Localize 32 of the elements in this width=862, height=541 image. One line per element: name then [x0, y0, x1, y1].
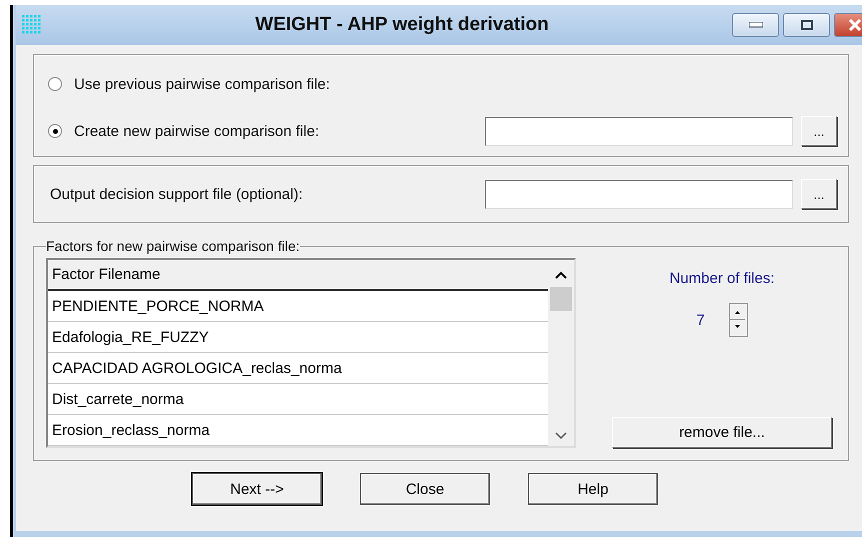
group-legend: Factors for new pairwise comparison file: [46, 238, 300, 254]
radio-button[interactable] [48, 77, 62, 91]
browse-button[interactable]: ... [801, 179, 837, 209]
list-item[interactable]: Edafologia_RE_FUZZY [48, 322, 548, 353]
list-item[interactable]: Dist_carrete_norma [48, 384, 548, 415]
maximize-button[interactable] [783, 13, 830, 37]
option-label: Create new pairwise comparison file: [74, 122, 320, 140]
close-icon [848, 19, 862, 31]
app-icon [22, 15, 42, 35]
dialog-button[interactable]: Next --> [192, 473, 322, 505]
minimize-icon [748, 22, 762, 28]
input-field[interactable] [485, 116, 793, 146]
scroll-thumb[interactable] [550, 287, 572, 311]
remove-file-button[interactable]: remove file... [612, 417, 832, 448]
input-field[interactable] [485, 180, 793, 208]
dialog-button[interactable]: Close [360, 473, 490, 505]
minimize-button[interactable] [732, 13, 779, 37]
spinner[interactable] [728, 303, 748, 337]
radio-button[interactable] [48, 124, 62, 138]
column-header[interactable]: Factor Filename [48, 260, 548, 291]
list-item[interactable]: Erosion_reclass_norma [48, 415, 548, 446]
option-label: Use previous pairwise comparison file: [74, 76, 330, 92]
count-label: Number of files: [669, 270, 775, 287]
maximize-icon [800, 20, 812, 30]
list-item[interactable]: CAPACIDAD AGROLOGICA_reclas_norma [48, 353, 548, 384]
output-label: Output decision support file (optional): [50, 186, 303, 202]
browse-button[interactable]: ... [801, 116, 837, 146]
window-title: WEIGHT - AHP weight derivation [254, 14, 550, 36]
dialog-button[interactable]: Help [528, 473, 658, 505]
list-item[interactable]: PENDIENTE_PORCE_NORMA [48, 291, 548, 322]
file-count: 7 [696, 312, 705, 328]
scrollbar[interactable] [548, 260, 574, 446]
